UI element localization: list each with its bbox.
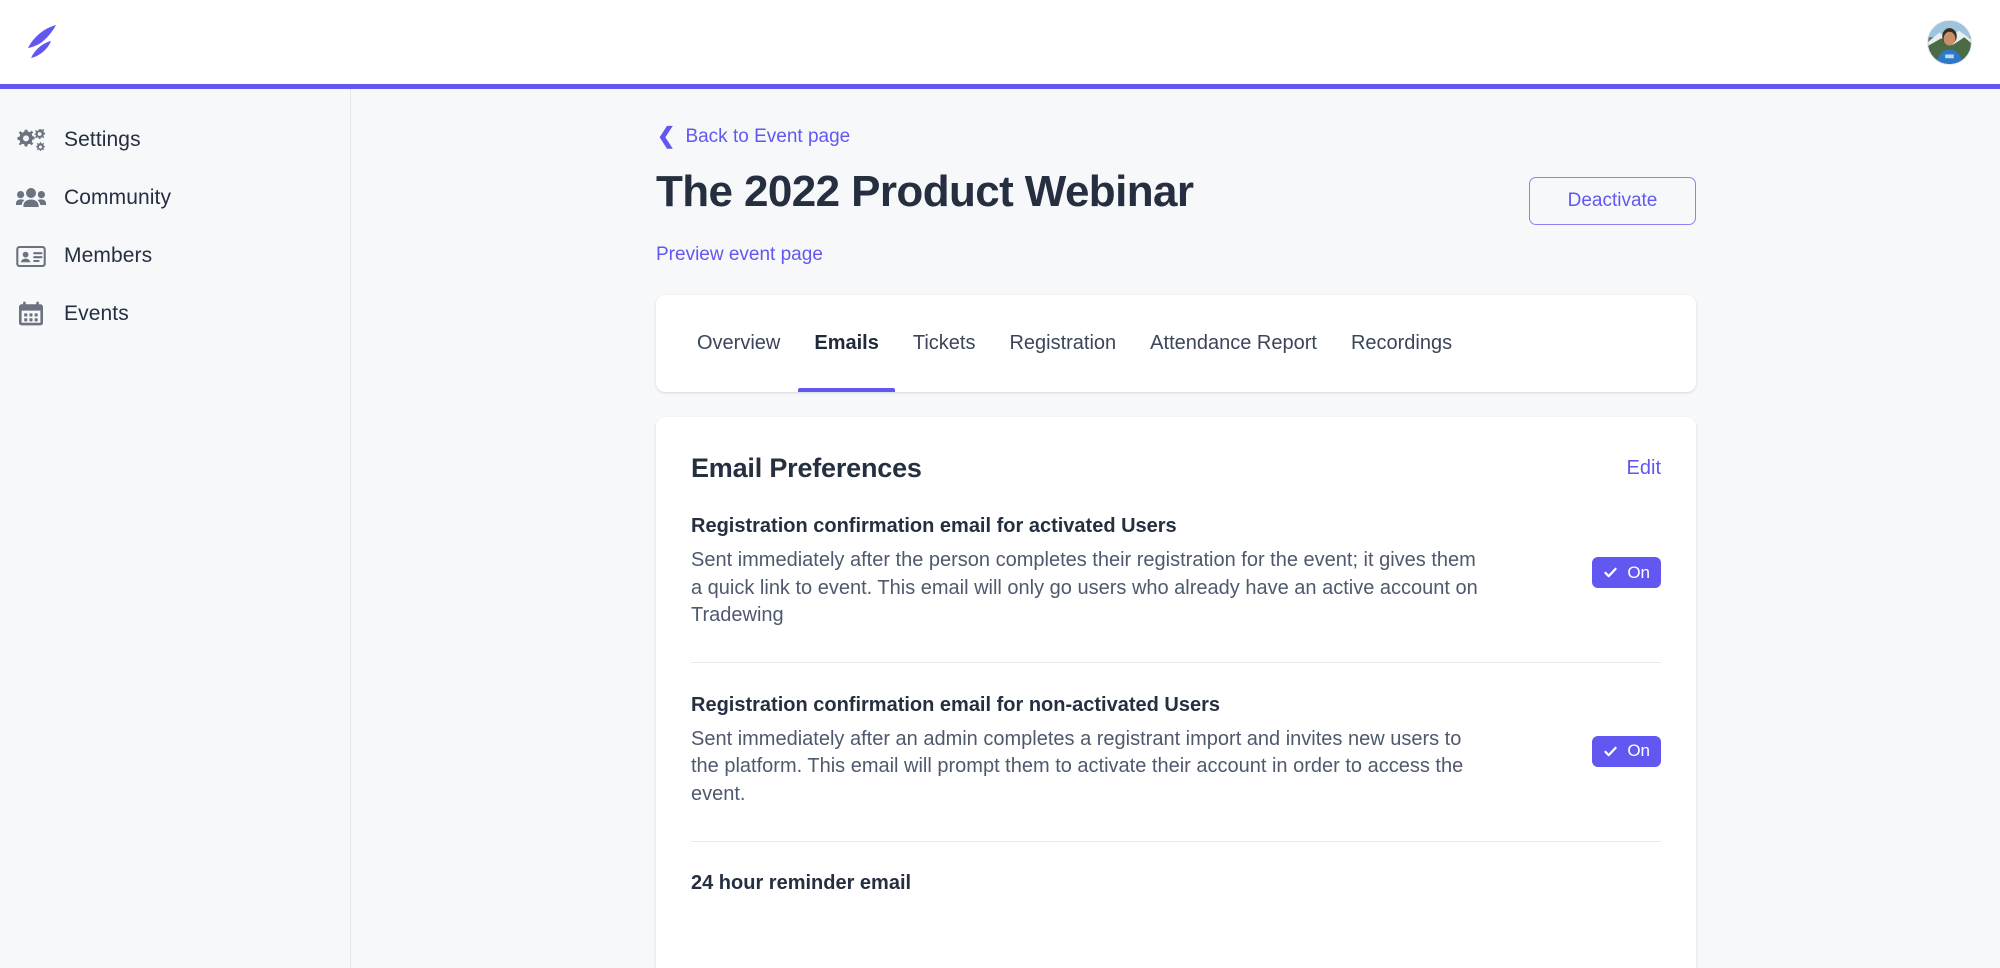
sidebar-item-settings[interactable]: Settings [0, 111, 350, 169]
preference-row: 24 hour reminder email [691, 842, 1661, 904]
tradewing-logo[interactable] [14, 16, 66, 68]
chevron-left-icon: ❮ [657, 123, 676, 148]
gears-icon [16, 125, 46, 155]
page-title: The 2022 Product Webinar [656, 167, 1194, 216]
back-to-event-page-link[interactable]: ❮ Back to Event page [657, 123, 851, 148]
sidebar-item-label: Events [64, 302, 129, 325]
tab-recordings[interactable]: Recordings [1334, 295, 1469, 392]
id-card-icon [16, 241, 46, 271]
main-content: ❮ Back to Event page The 2022 Product We… [352, 89, 2000, 968]
tab-emails[interactable]: Emails [797, 295, 896, 392]
sidebar: Settings Community Members Events [0, 89, 351, 968]
preference-toggle[interactable]: On [1592, 735, 1661, 767]
preview-event-page-link[interactable]: Preview event page [656, 244, 823, 266]
tabs-card: Overview Emails Tickets Registration Att… [656, 295, 1696, 392]
sidebar-item-events[interactable]: Events [0, 285, 350, 343]
preference-toggle-label: On [1627, 562, 1650, 582]
sidebar-item-label: Settings [64, 128, 141, 151]
title-row: The 2022 Product Webinar Deactivate [656, 167, 1696, 225]
preference-row: Registration confirmation email for acti… [691, 484, 1661, 630]
check-icon [1604, 567, 1617, 578]
people-group-icon [16, 183, 46, 213]
email-preferences-card: Email Preferences Edit Registration conf… [656, 417, 1696, 968]
preference-row: Registration confirmation email for non-… [691, 663, 1661, 809]
preference-name: Registration confirmation email for acti… [691, 515, 1177, 537]
tab-overview[interactable]: Overview [680, 295, 797, 392]
email-preferences-title: Email Preferences [691, 453, 922, 483]
tab-attendance-report[interactable]: Attendance Report [1133, 295, 1334, 392]
sidebar-item-label: Members [64, 244, 153, 267]
calendar-icon [16, 299, 46, 329]
preference-toggle[interactable]: On [1592, 557, 1661, 588]
tab-tickets[interactable]: Tickets [896, 295, 993, 392]
top-bar [0, 0, 2000, 84]
sidebar-item-community[interactable]: Community [0, 169, 350, 227]
preference-toggle-label: On [1627, 741, 1650, 761]
edit-button[interactable]: Edit [1627, 457, 1661, 480]
deactivate-button[interactable]: Deactivate [1529, 177, 1696, 225]
check-icon [1604, 746, 1617, 757]
email-preferences-header: Email Preferences Edit [691, 453, 1661, 484]
user-avatar[interactable] [1927, 19, 1972, 65]
preference-description: Sent immediately after the person comple… [691, 549, 1478, 627]
preference-text: 24 hour reminder email [691, 872, 911, 904]
sidebar-item-members[interactable]: Members [0, 227, 350, 285]
sidebar-item-label: Community [64, 186, 172, 209]
preference-toggle-wrap: On [1592, 515, 1661, 588]
preference-toggle-wrap: On [1592, 694, 1661, 767]
preference-text: Registration confirmation email for non-… [691, 694, 1481, 809]
back-link-label: Back to Event page [685, 126, 851, 147]
content-column: ❮ Back to Event page The 2022 Product We… [656, 89, 1696, 968]
preference-description: Sent immediately after an admin complete… [691, 727, 1464, 805]
preference-name: Registration confirmation email for non-… [691, 693, 1220, 716]
preference-text: Registration confirmation email for acti… [691, 515, 1481, 630]
tab-bar: Overview Emails Tickets Registration Att… [680, 295, 1469, 392]
preference-name: 24 hour reminder email [691, 871, 912, 894]
tab-registration[interactable]: Registration [992, 295, 1133, 392]
